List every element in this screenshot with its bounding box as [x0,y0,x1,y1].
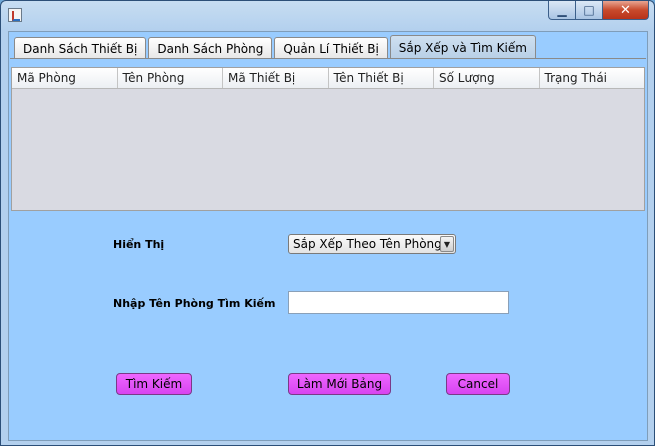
minimize-button[interactable]: ▁ [548,1,576,20]
close-button[interactable]: ✕ [603,1,649,20]
content-panel: Danh Sách Thiết Bị Danh Sách Phòng Quản … [8,31,648,441]
room-name-search-input[interactable] [288,291,509,314]
search-button[interactable]: Tìm Kiếm [116,373,192,395]
window-controls: ▁ □ ✕ [548,1,649,21]
column-header-quantity[interactable]: Số Lượng [434,68,540,88]
column-header-equipment-id[interactable]: Mã Thiết Bị [223,68,329,88]
sort-select-value: Sắp Xếp Theo Tên Phòng [293,237,440,251]
column-header-room-id[interactable]: Mã Phòng [12,68,118,88]
sort-select[interactable]: Sắp Xếp Theo Tên Phòng ▼ [288,234,456,254]
search-label: Nhập Tên Phòng Tìm Kiếm [113,297,276,310]
refresh-table-button[interactable]: Làm Mới Bảng [288,373,391,395]
chevron-down-icon[interactable]: ▼ [440,236,454,252]
column-header-room-name[interactable]: Tên Phòng [118,68,223,88]
java-app-icon [8,8,22,22]
column-header-status[interactable]: Trạng Thái [540,68,645,88]
tab-equipment-management[interactable]: Quản Lí Thiết Bị [274,37,388,59]
app-window: ▁ □ ✕ Danh Sách Thiết Bị Danh Sách Phòng… [0,0,655,446]
tab-room-list[interactable]: Danh Sách Phòng [148,37,273,59]
tab-bar: Danh Sách Thiết Bị Danh Sách Phòng Quản … [9,35,538,59]
sort-search-panel: Mã Phòng Tên Phòng Mã Thiết Bị Tên Thiết… [10,58,646,441]
tab-sort-and-search[interactable]: Sắp Xếp và Tìm Kiếm [389,35,536,59]
table-header: Mã Phòng Tên Phòng Mã Thiết Bị Tên Thiết… [12,68,644,89]
maximize-button[interactable]: □ [576,1,603,20]
results-table[interactable]: Mã Phòng Tên Phòng Mã Thiết Bị Tên Thiết… [11,67,645,211]
column-header-equipment-name[interactable]: Tên Thiết Bị [329,68,434,88]
title-bar[interactable]: ▁ □ ✕ [1,1,654,29]
display-label: Hiển Thị [113,238,165,251]
cancel-button[interactable]: Cancel [446,373,510,395]
tab-equipment-list[interactable]: Danh Sách Thiết Bị [14,37,147,59]
